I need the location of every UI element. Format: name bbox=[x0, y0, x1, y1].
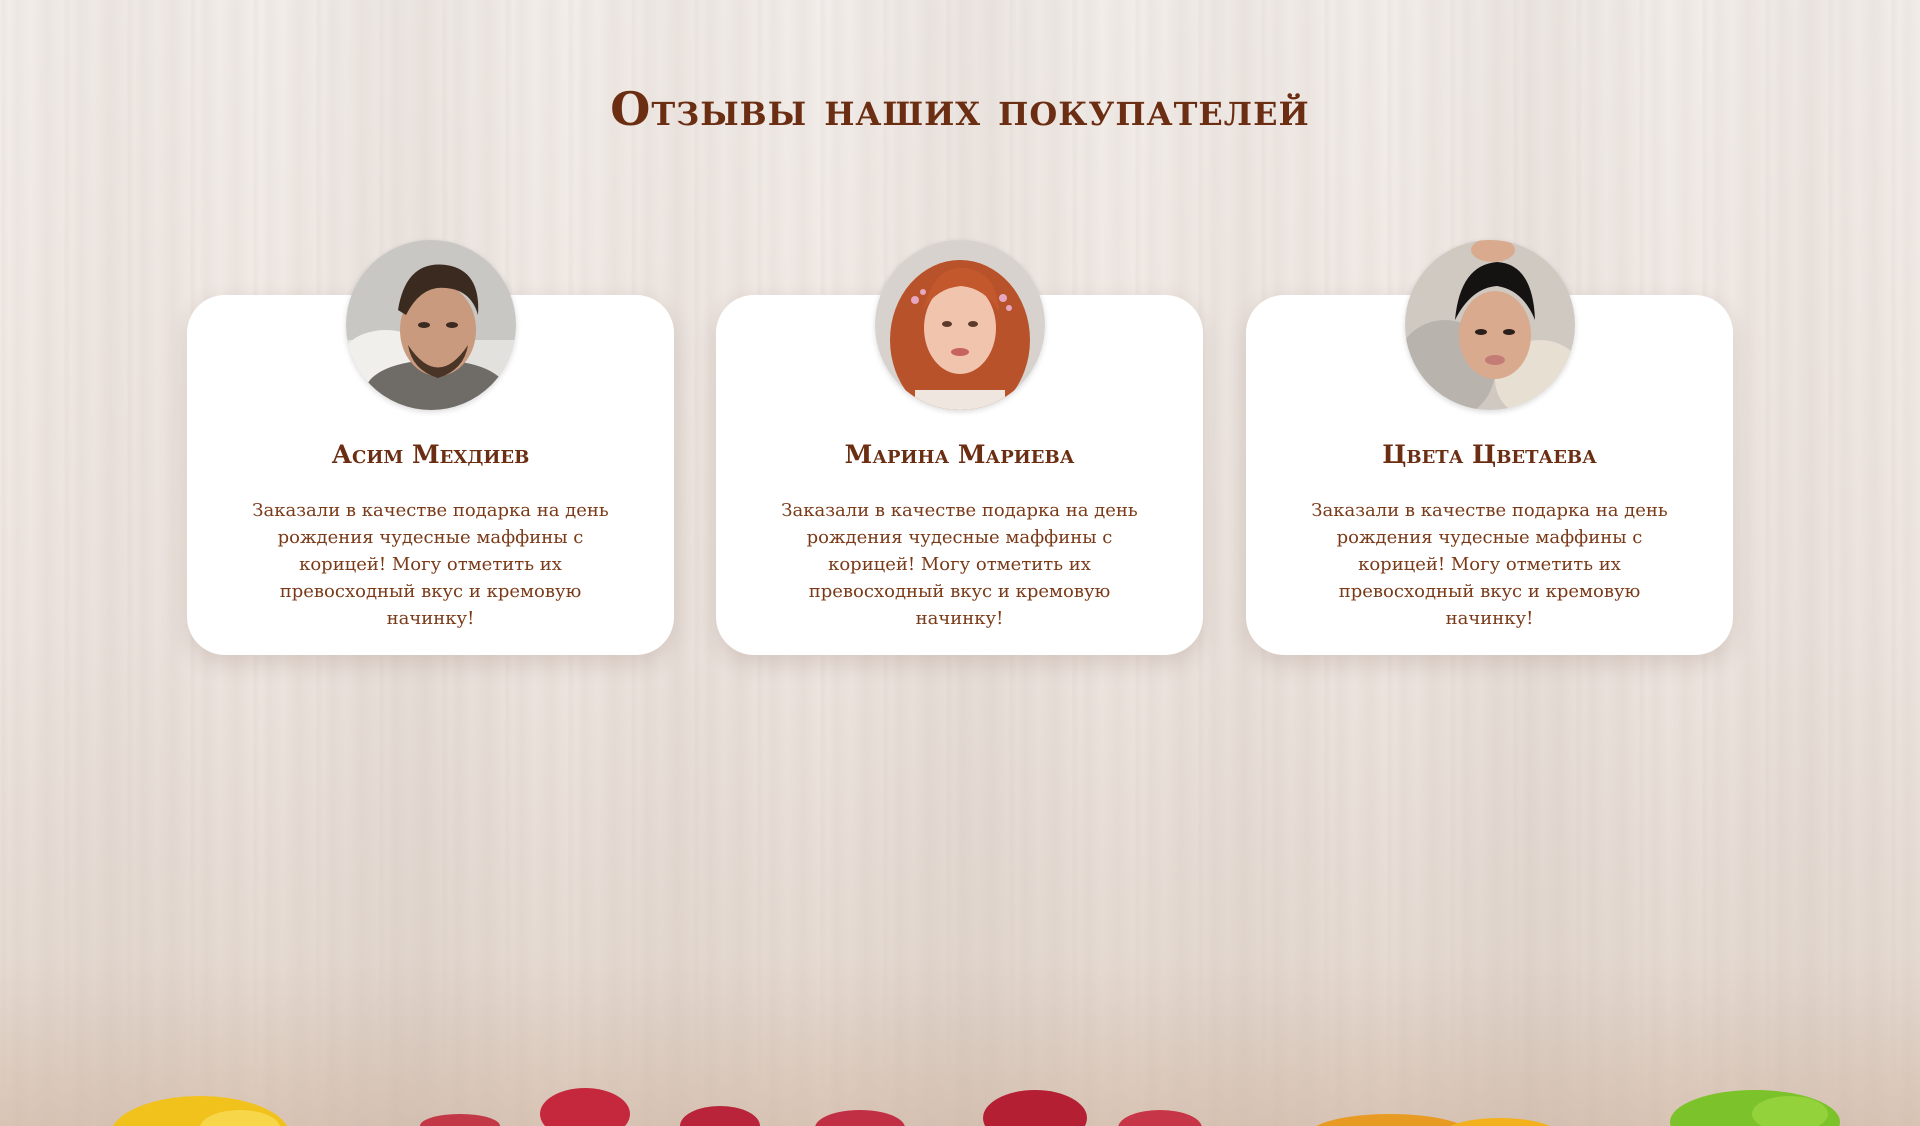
fruits-image bbox=[112, 1088, 1840, 1126]
avatar bbox=[345, 240, 516, 410]
section-title: Отзывы наших покупателей bbox=[610, 82, 1310, 136]
avatar-woman-black-image bbox=[1404, 240, 1575, 410]
avatar-man-image bbox=[345, 240, 516, 410]
review-text: Заказали в качестве подарка на день рожд… bbox=[252, 500, 609, 629]
fruit-decoration bbox=[0, 1066, 1920, 1126]
review-card: Марина Мариева Заказали в качестве подар… bbox=[716, 240, 1203, 655]
review-text: Заказали в качестве подарка на день рожд… bbox=[781, 500, 1138, 629]
reviewer-name: Асим Мехдиев bbox=[331, 440, 530, 469]
review-card: Цвета Цветаева Заказали в качестве подар… bbox=[1246, 240, 1733, 655]
avatar bbox=[874, 240, 1045, 410]
review-card: Асим Мехдиев Заказали в качестве подарка… bbox=[187, 240, 674, 655]
reviewer-name: Цвета Цветаева bbox=[1382, 440, 1597, 469]
avatar bbox=[1404, 240, 1575, 410]
reviewer-name: Марина Мариева bbox=[844, 440, 1075, 469]
reviews-list: Асим Мехдиев Заказали в качестве подарка… bbox=[0, 240, 1920, 660]
review-text: Заказали в качестве подарка на день рожд… bbox=[1311, 500, 1668, 629]
avatar-woman-red-image bbox=[874, 240, 1045, 410]
